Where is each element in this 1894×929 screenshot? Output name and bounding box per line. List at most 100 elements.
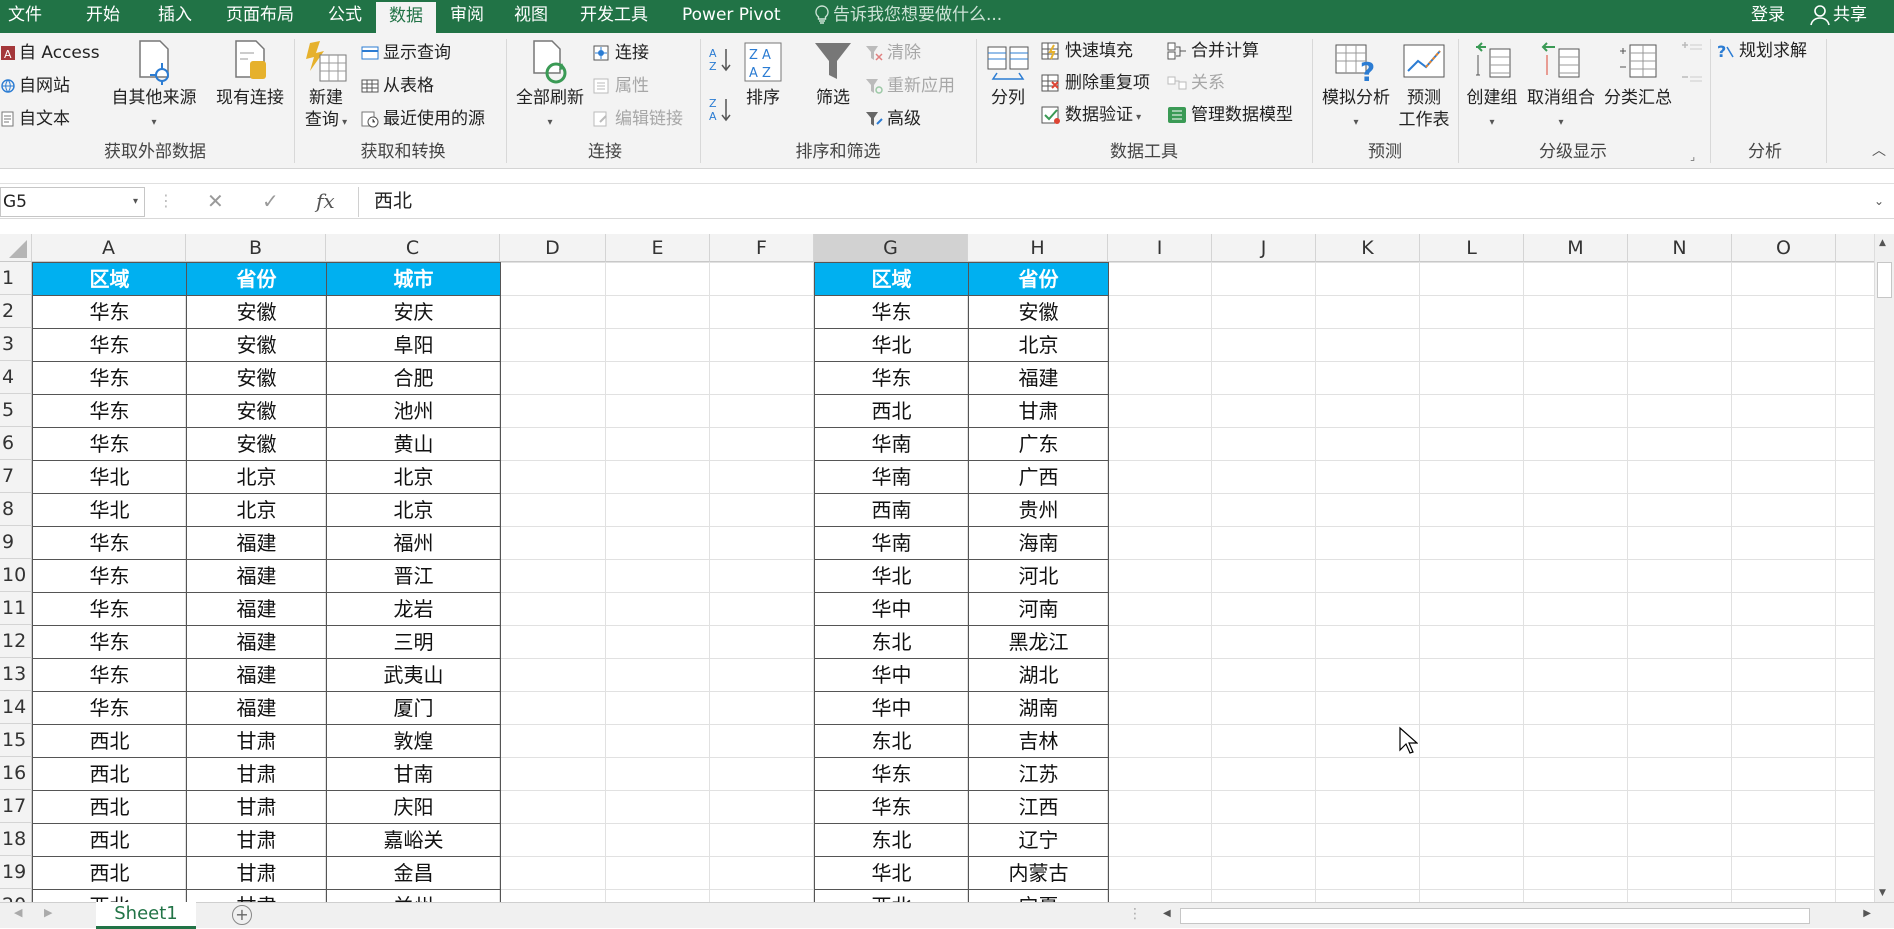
manage-data-model-button[interactable]: 管理数据模型 [1166, 103, 1293, 127]
table-cell[interactable]: 东北 [814, 823, 969, 857]
table-cell[interactable]: 华北 [32, 460, 187, 494]
table-cell[interactable]: 华东 [814, 361, 969, 395]
table-cell[interactable]: 北京 [326, 460, 501, 494]
table-cell[interactable]: 东北 [814, 724, 969, 758]
clear-filter-button[interactable]: 清除 [864, 41, 921, 65]
vertical-scrollbar[interactable]: ▲ ▼ [1874, 234, 1894, 902]
table-cell[interactable]: 河南 [968, 592, 1109, 626]
row-header[interactable]: 1 [0, 262, 32, 295]
tab-3[interactable]: 插入 [158, 0, 192, 33]
table-cell[interactable]: 华东 [32, 559, 187, 593]
table-cell[interactable]: 华中 [814, 592, 969, 626]
row-header[interactable]: 19 [0, 856, 32, 889]
connections-button[interactable]: 连接 [592, 41, 649, 65]
table-cell[interactable]: 华东 [814, 757, 969, 791]
table-cell[interactable]: 福建 [186, 625, 327, 659]
table-cell[interactable]: 甘肃 [186, 823, 327, 857]
table-cell[interactable]: 庆阳 [326, 790, 501, 824]
table-cell[interactable]: 龙岩 [326, 592, 501, 626]
tab-split-grip-icon[interactable]: ⋮ [1128, 906, 1142, 922]
table-cell[interactable]: 甘南 [326, 757, 501, 791]
tab-8[interactable]: 视图 [514, 0, 548, 33]
table-cell[interactable]: 嘉峪关 [326, 823, 501, 857]
share-button[interactable]: 共享 [1810, 0, 1894, 33]
column-header[interactable]: G [814, 234, 968, 262]
row-header[interactable]: 17 [0, 790, 32, 823]
new-query-button[interactable]: 新建 查询 ▾ [298, 39, 354, 134]
recent-sources-button[interactable]: 最近使用的源 [360, 107, 485, 131]
table-cell[interactable]: 辽宁 [968, 823, 1109, 857]
row-header[interactable]: 5 [0, 394, 32, 427]
tab-9[interactable]: 开发工具 [580, 0, 648, 33]
refresh-all-button[interactable]: 全部刷新 ▾ [510, 39, 590, 134]
row-header[interactable]: 7 [0, 460, 32, 493]
table-cell[interactable]: 华东 [32, 295, 187, 329]
tab-2[interactable]: 开始 [86, 0, 120, 33]
show-detail-button[interactable] [1680, 39, 1704, 66]
table-cell[interactable]: 合肥 [326, 361, 501, 395]
from-access-button[interactable]: A自 Access [0, 41, 100, 65]
horizontal-scroll-thumb[interactable] [1180, 908, 1810, 924]
table-cell[interactable]: 华中 [814, 691, 969, 725]
from-text-button[interactable]: 自文本 [0, 107, 70, 131]
column-header[interactable]: K [1316, 234, 1420, 262]
table-cell[interactable]: 西北 [32, 790, 187, 824]
table-cell[interactable]: 湖南 [968, 691, 1109, 725]
worksheet-grid[interactable]: A B C D E F G H I J K L M N O 1 2 3 4 5 6 7 8 9 10 11 12 13 14 15 16 17… [0, 234, 1874, 902]
table-cell[interactable]: 西北 [32, 856, 187, 890]
table-cell[interactable]: 华南 [814, 427, 969, 461]
row-header[interactable]: 14 [0, 691, 32, 724]
table-cell[interactable]: 三明 [326, 625, 501, 659]
column-header[interactable]: B [186, 234, 326, 262]
table-cell[interactable]: 甘肃 [968, 394, 1109, 428]
column-header[interactable]: F [710, 234, 814, 262]
reapply-button[interactable]: 重新应用 [864, 74, 955, 98]
table-cell[interactable]: 华东 [32, 526, 187, 560]
cancel-edit-icon[interactable]: ✕ [207, 184, 224, 220]
data-validation-button[interactable]: 数据验证 ▾ [1040, 103, 1141, 130]
table-cell[interactable]: 华南 [814, 526, 969, 560]
row-header[interactable]: 6 [0, 427, 32, 460]
row-header[interactable]: 15 [0, 724, 32, 757]
table-cell[interactable]: 池州 [326, 394, 501, 428]
next-sheet-icon[interactable]: ▶ [44, 906, 52, 919]
table-header-cell[interactable]: 城市 [326, 262, 501, 296]
table-cell[interactable]: 华东 [32, 592, 187, 626]
select-all-corner[interactable] [0, 234, 32, 262]
table-cell[interactable]: 福建 [186, 691, 327, 725]
forecast-sheet-button[interactable]: 预测 工作表 [1396, 39, 1452, 131]
from-table-button[interactable]: 从表格 [360, 74, 434, 98]
expand-formula-bar-icon[interactable]: ⌄ [1874, 184, 1884, 220]
insert-function-button[interactable]: fx [316, 184, 335, 220]
table-header-cell[interactable]: 省份 [968, 262, 1109, 296]
table-cell[interactable]: 黑龙江 [968, 625, 1109, 659]
row-header[interactable]: 11 [0, 592, 32, 625]
solver-button[interactable]: ? 规划求解 [1716, 39, 1807, 63]
table-cell[interactable]: 北京 [186, 493, 327, 527]
row-header[interactable]: 4 [0, 361, 32, 394]
table-cell[interactable]: 安徽 [186, 328, 327, 362]
column-header[interactable]: L [1420, 234, 1524, 262]
table-cell[interactable]: 厦门 [326, 691, 501, 725]
table-cell[interactable]: 内蒙古 [968, 856, 1109, 890]
table-cell[interactable]: 福建 [186, 592, 327, 626]
remove-duplicates-button[interactable]: 删除重复项 [1040, 71, 1150, 95]
table-cell[interactable]: 北京 [186, 460, 327, 494]
advanced-filter-button[interactable]: 高级 [864, 107, 921, 131]
table-cell[interactable]: 安徽 [186, 295, 327, 329]
table-cell[interactable]: 武夷山 [326, 658, 501, 692]
existing-connections-button[interactable]: 现有连接 [210, 39, 290, 109]
table-cell[interactable]: 贵州 [968, 493, 1109, 527]
row-header[interactable]: 2 [0, 295, 32, 328]
table-cell[interactable]: 安徽 [186, 394, 327, 428]
row-header[interactable]: 9 [0, 526, 32, 559]
column-header[interactable]: I [1108, 234, 1212, 262]
tab-6[interactable]: 数据 [376, 0, 436, 33]
table-cell[interactable]: 华北 [32, 493, 187, 527]
table-cell[interactable]: 西北 [32, 757, 187, 791]
show-queries-button[interactable]: 显示查询 [360, 41, 451, 65]
table-cell[interactable]: 东北 [814, 625, 969, 659]
row-header[interactable]: 8 [0, 493, 32, 526]
table-cell[interactable]: 安徽 [968, 295, 1109, 329]
properties-button[interactable]: 属性 [592, 74, 649, 98]
